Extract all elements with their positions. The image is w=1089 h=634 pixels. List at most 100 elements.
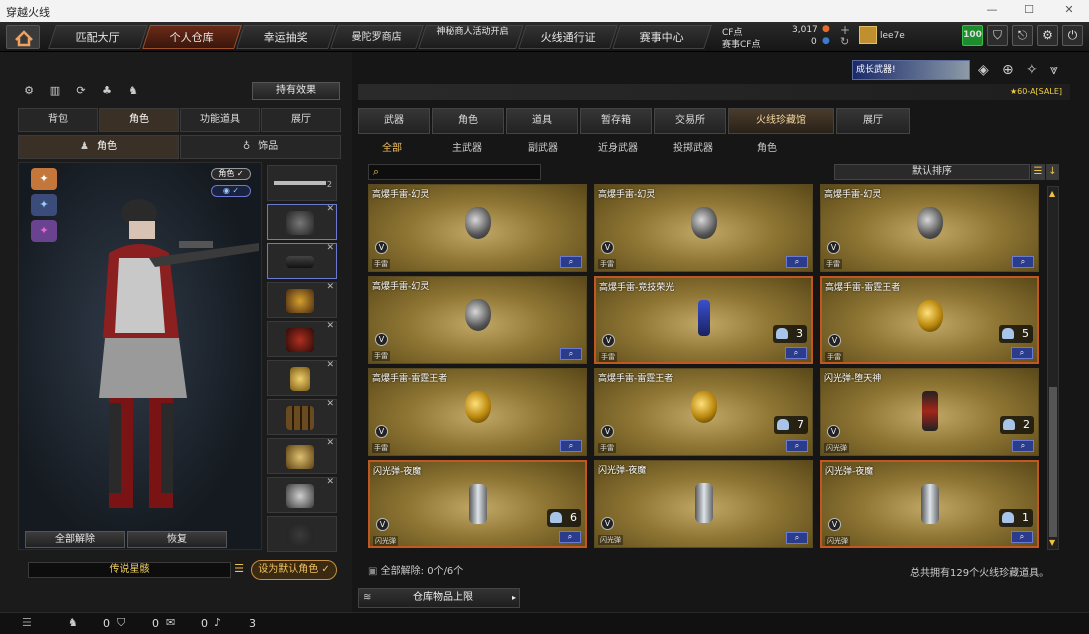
tab-personal-warehouse[interactable]: 个人仓库 xyxy=(142,25,242,49)
rotate-icon[interactable]: ⟳ xyxy=(72,84,90,100)
slot-goggles[interactable]: ✕ xyxy=(267,243,337,279)
visibility-toggle[interactable]: ◉ ✓ xyxy=(211,185,251,197)
clan-icon[interactable]: ⛉ xyxy=(117,616,125,630)
minimize-icon[interactable]: — xyxy=(985,3,999,17)
tab-lucky-draw[interactable]: 幸运抽奖 xyxy=(236,25,336,49)
inspect-button[interactable]: ⌕ xyxy=(560,348,582,360)
item-card[interactable]: 高爆手雷-雷霆王者 V 手雷 5 ⌕ xyxy=(820,276,1039,364)
menu-icon[interactable]: ☰ xyxy=(22,616,32,629)
unequip-all-button[interactable]: 全部解除 xyxy=(25,531,125,548)
tab-backpack[interactable]: 背包 xyxy=(18,108,98,132)
power-icon[interactable]: ⏻ xyxy=(1062,25,1083,46)
inspect-button[interactable]: ⌕ xyxy=(1012,440,1034,452)
inspect-button[interactable]: ⌕ xyxy=(786,532,808,544)
inspect-button[interactable]: ⌕ xyxy=(559,531,581,543)
tab-gallery[interactable]: 展厅 xyxy=(261,108,341,132)
inspect-button[interactable]: ⌕ xyxy=(786,256,808,268)
role-toggle[interactable]: 角色 ✓ xyxy=(211,168,251,180)
tab-storage[interactable]: 暂存箱 xyxy=(580,108,652,134)
list-view-icon[interactable]: ☰ xyxy=(1031,164,1045,180)
close-icon[interactable]: ✕ xyxy=(1062,3,1076,17)
inspect-button[interactable]: ⌕ xyxy=(785,347,807,359)
inspect-button[interactable]: ⌕ xyxy=(560,440,582,452)
remove-icon[interactable]: ✕ xyxy=(326,360,334,370)
off-toggle-icon[interactable]: ⚙ xyxy=(20,84,38,100)
tab-exchange[interactable]: 交易所 xyxy=(654,108,726,134)
tab-characters[interactable]: 角色 xyxy=(432,108,504,134)
slot-empty[interactable] xyxy=(267,516,337,552)
subtab-all[interactable]: 全部 xyxy=(382,139,402,154)
scroll-thumb[interactable] xyxy=(1049,387,1057,537)
home-button[interactable] xyxy=(6,25,40,49)
item-card[interactable]: 高爆手雷-雷霆王者 V 手雷 ⌕ xyxy=(368,368,587,456)
subtab-throwing[interactable]: 投掷武器 xyxy=(673,139,713,154)
item-card[interactable]: 闪光弹-堕天神 V 闪光弹 2 ⌕ xyxy=(820,368,1039,456)
effect-button[interactable]: 持有效果 xyxy=(252,82,340,100)
item-card[interactable]: 闪光弹-夜魔 V 闪光弹 1 ⌕ xyxy=(820,460,1039,548)
inspect-button[interactable]: ⌕ xyxy=(1012,256,1034,268)
speaker-icon[interactable]: ♪ xyxy=(214,616,221,629)
slot-item-5[interactable]: ✕ xyxy=(267,360,337,396)
rank-icon-2[interactable]: ⊕ xyxy=(1002,62,1014,78)
inspect-button[interactable]: ⌕ xyxy=(1011,347,1033,359)
item-card[interactable]: 闪光弹-夜魔 V 闪光弹 6 ⌕ xyxy=(368,460,587,548)
tab-mystery-merchant[interactable]: 神秘商人活动开启 xyxy=(418,25,524,49)
item-card[interactable]: 高爆手雷-幻灵 V 手雷 ⌕ xyxy=(820,184,1039,272)
subtab-role[interactable]: ♟ 角色 xyxy=(18,135,179,159)
tab-battle-pass[interactable]: 火线通行证 xyxy=(518,25,618,49)
level-badge[interactable]: 100 xyxy=(962,25,983,46)
search-input[interactable]: ⌕ xyxy=(368,164,541,180)
slot-item-4[interactable]: ✕ xyxy=(267,321,337,357)
shield-icon[interactable]: ⛉ xyxy=(987,25,1008,46)
inspect-button[interactable]: ⌕ xyxy=(1011,531,1033,543)
item-card[interactable]: 高爆手雷-幻灵 V 手雷 ⌕ xyxy=(594,184,813,272)
faction-icon-3[interactable]: ✦ xyxy=(31,220,57,242)
remove-icon[interactable]: ✕ xyxy=(326,282,334,292)
sort-direction-icon[interactable]: ↓ xyxy=(1046,164,1059,180)
remove-icon[interactable]: ✕ xyxy=(326,438,334,448)
tab-mandala-shop[interactable]: 曼陀罗商店 xyxy=(330,25,424,49)
pet-icon[interactable]: ♞ xyxy=(124,84,142,100)
gear-icon[interactable]: ⚙ xyxy=(1037,25,1058,46)
remove-icon[interactable]: ✕ xyxy=(326,204,334,214)
item-card[interactable]: 高爆手雷-幻灵 V 手雷 ⌕ xyxy=(368,184,587,272)
subtab-primary[interactable]: 主武器 xyxy=(452,139,482,154)
item-card[interactable]: 高爆手雷-幻灵 V 手雷 ⌕ xyxy=(368,276,587,364)
warehouse-limit-button[interactable]: ≋ 仓库物品上限 ▸ xyxy=(358,588,520,608)
tab-role[interactable]: 角色 xyxy=(99,108,179,132)
avatar[interactable] xyxy=(859,26,877,44)
slot-item-7[interactable]: ✕ xyxy=(267,438,337,474)
remove-icon[interactable]: ✕ xyxy=(326,477,334,487)
slot-item-8[interactable]: ✕ xyxy=(267,477,337,513)
remove-icon[interactable]: ✕ xyxy=(326,243,334,253)
subtab-secondary[interactable]: 副武器 xyxy=(528,139,558,154)
stats-icon[interactable]: ▥ xyxy=(46,84,64,100)
remove-icon[interactable]: ✕ xyxy=(326,321,334,331)
item-card[interactable]: 闪光弹-夜魔 V 闪光弹 ⌕ xyxy=(594,460,813,548)
subtab-melee[interactable]: 近身武器 xyxy=(598,139,638,154)
slot-primary-weapon[interactable]: 2 xyxy=(267,165,337,201)
tab-showroom[interactable]: 展厅 xyxy=(836,108,910,134)
subtab-accessory[interactable]: ♁ 饰品 xyxy=(180,135,341,159)
subtab-role[interactable]: 角色 xyxy=(757,139,777,154)
chat-icon[interactable]: ✉ xyxy=(166,616,175,629)
faction-icon-2[interactable]: ✦ xyxy=(31,194,57,216)
item-card[interactable]: 高爆手雷-竞技荣光 V 手雷 3 ⌕ xyxy=(594,276,813,364)
tab-weapons[interactable]: 武器 xyxy=(358,108,430,134)
tab-function-items[interactable]: 功能道具 xyxy=(180,108,260,132)
scrollbar[interactable]: ▲ ▼ xyxy=(1047,186,1059,550)
promo-banner[interactable]: 成长武器! xyxy=(852,60,970,80)
exit-icon[interactable]: ⎋ xyxy=(1012,25,1033,46)
item-card[interactable]: 高爆手雷-雷霆王者 V 手雷 7 ⌕ xyxy=(594,368,813,456)
slot-item-3[interactable]: ✕ xyxy=(267,282,337,318)
remove-icon[interactable]: ✕ xyxy=(326,399,334,409)
restore-button[interactable]: 恢复 xyxy=(127,531,227,548)
inspect-button[interactable]: ⌕ xyxy=(786,440,808,452)
maximize-icon[interactable]: ☐ xyxy=(1022,3,1036,17)
tab-collection[interactable]: 火线珍藏馆 xyxy=(728,108,834,134)
tab-match-lobby[interactable]: 匹配大厅 xyxy=(48,25,148,49)
inspect-button[interactable]: ⌕ xyxy=(560,256,582,268)
faction-icon-1[interactable]: ✦ xyxy=(31,168,57,190)
tab-items[interactable]: 道具 xyxy=(506,108,578,134)
refresh-icon[interactable]: ↻ xyxy=(840,35,849,48)
